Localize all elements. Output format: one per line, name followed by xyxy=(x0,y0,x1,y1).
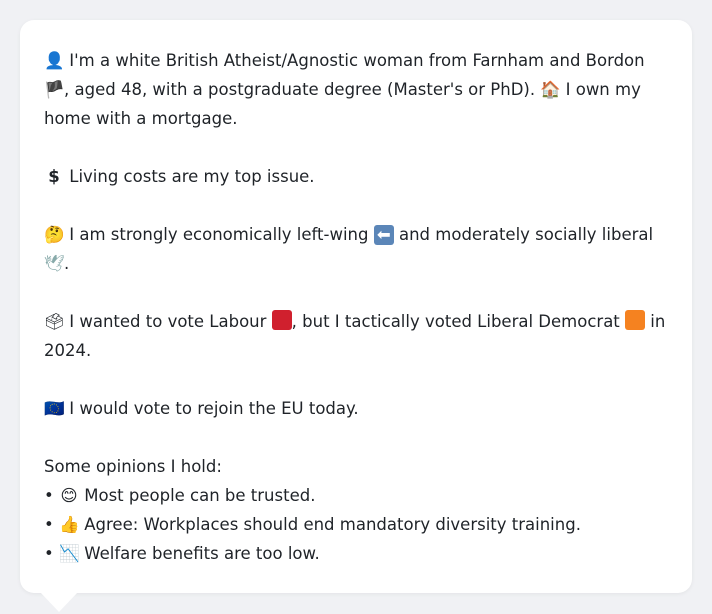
profile-message-bubble: 👤 I'm a white British Atheist/Agnostic w… xyxy=(20,20,692,593)
dove-icon: 🕊 xyxy=(44,254,65,273)
vote-text-a: I wanted to vote Labour xyxy=(69,312,267,331)
eu-text: I would vote to rejoin the EU today. xyxy=(69,399,359,418)
issue-paragraph: $ Living costs are my top issue. xyxy=(44,162,668,191)
ballot-box-icon: 🗳 xyxy=(44,312,65,331)
intro-paragraph: 👤 I'm a white British Atheist/Agnostic w… xyxy=(44,46,668,133)
house-icon: 🏠 xyxy=(540,80,561,99)
person-icon: 👤 xyxy=(44,51,65,70)
england-flag-icon: 🏴 xyxy=(44,80,65,99)
opinions-section: Some opinions I hold: • 😊 Most people ca… xyxy=(44,452,668,568)
intro-text-a: I'm a white British Atheist/Agnostic wom… xyxy=(69,51,645,70)
labour-red-square-icon xyxy=(271,310,292,330)
ideology-text-c: . xyxy=(64,254,70,273)
bullet: • xyxy=(44,486,54,505)
issue-text: Living costs are my top issue. xyxy=(69,167,315,186)
ideology-text-a: I am strongly economically left-wing xyxy=(69,225,369,244)
smiling-face-icon: 😊 xyxy=(60,486,78,505)
bubble-tail xyxy=(40,592,78,612)
left-arrow-icon: ⬅ xyxy=(373,225,394,245)
opinion-item: • 😊 Most people can be trusted. xyxy=(44,481,668,510)
libdem-orange-square-icon xyxy=(625,310,646,330)
vote-paragraph: 🗳 I wanted to vote Labour , but I tactic… xyxy=(44,307,668,365)
opinion-item: • 👍 Agree: Workplaces should end mandato… xyxy=(44,510,668,539)
thinking-face-icon: 🤔 xyxy=(44,225,65,244)
ideology-paragraph: 🤔 I am strongly economically left-wing ⬅… xyxy=(44,220,668,278)
thumbs-up-icon: 👍 xyxy=(58,515,80,534)
bullet: • xyxy=(44,515,54,534)
bullet: • xyxy=(44,544,54,563)
eu-paragraph: 🇪🇺 I would vote to rejoin the EU today. xyxy=(44,394,668,423)
intro-text-b: , aged 48, with a postgraduate degree (M… xyxy=(64,80,536,99)
dollar-icon: $ xyxy=(48,167,60,186)
ideology-text-b: and moderately socially liberal xyxy=(398,225,654,244)
opinion-text: Most people can be trusted. xyxy=(84,486,316,505)
vote-text-b: , but I tactically voted Liberal Democra… xyxy=(291,312,620,331)
opinions-title: Some opinions I hold: xyxy=(44,457,222,476)
opinion-item: • 📉 Welfare benefits are too low. xyxy=(44,539,668,568)
opinion-text: Welfare benefits are too low. xyxy=(84,544,320,563)
eu-flag-icon: 🇪🇺 xyxy=(44,399,65,418)
opinion-text: Agree: Workplaces should end mandatory d… xyxy=(84,515,581,534)
chart-decreasing-icon: 📉 xyxy=(58,544,80,563)
